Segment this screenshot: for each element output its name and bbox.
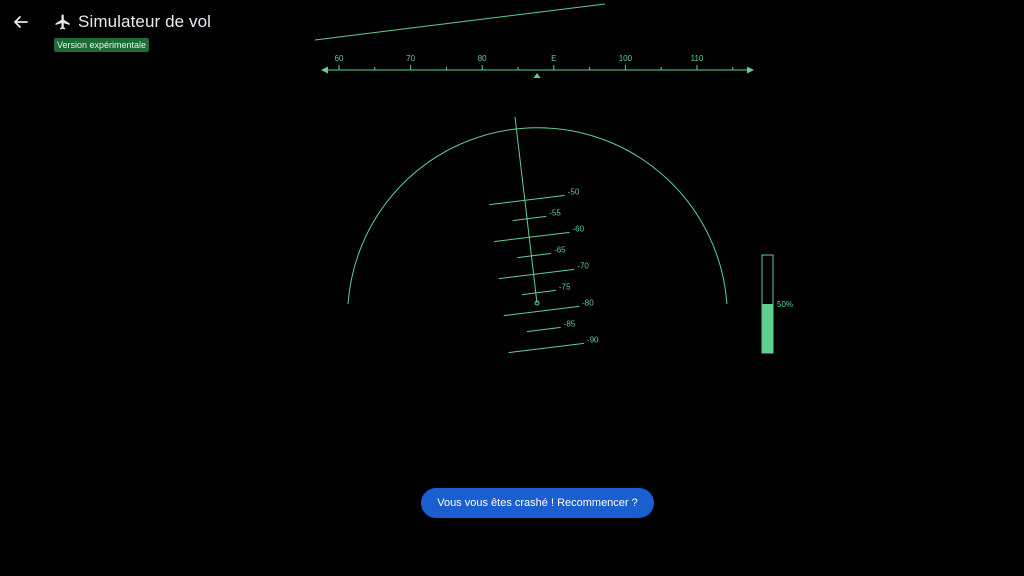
pitch-ladder-bar <box>508 342 584 354</box>
pitch-ladder-bar <box>489 194 565 206</box>
pitch-ladder-bar <box>517 252 552 259</box>
heading-right-arrow-icon <box>747 66 754 74</box>
flight-simulator-page: 60 70 80 E 100 110 -50 -55 -60 -65 -70 -75 -80 -85 -9… <box>0 0 1024 576</box>
heading-label: 70 <box>406 54 415 63</box>
throttle-gauge: 50% <box>761 254 793 354</box>
back-button[interactable] <box>10 11 32 33</box>
heading-tape: 60 70 80 E 100 110 <box>321 54 754 78</box>
pitch-ladder-bar <box>494 231 570 243</box>
app-header: Simulateur de vol <box>54 10 211 34</box>
pitch-ladder-bar <box>522 289 556 296</box>
restart-button[interactable]: Vous vous êtes crashé ! Recommencer ? <box>421 488 654 518</box>
pitch-ladder-label: -50 <box>568 187 580 196</box>
heading-label: 60 <box>335 54 344 63</box>
horizon-line <box>314 3 606 41</box>
pitch-ladder-bar <box>498 268 575 280</box>
app-title: Simulateur de vol <box>78 12 212 31</box>
pitch-ladder-label: -65 <box>554 245 566 254</box>
pitch-ladder: -50 -55 -60 -65 -70 -75 -80 -85 -90 <box>489 187 599 354</box>
attitude-arc <box>347 127 728 305</box>
experimental-badge: Version expérimentale <box>54 38 150 52</box>
arrow-left-icon <box>14 16 28 28</box>
pitch-ladder-label: -55 <box>549 208 561 217</box>
pitch-ladder-label: -90 <box>587 335 599 344</box>
heading-label: 80 <box>478 54 487 63</box>
heading-label: 100 <box>619 54 633 63</box>
heading-label: 110 <box>691 54 704 63</box>
throttle-label: 50% <box>777 300 793 309</box>
pitch-ladder-bar <box>503 305 580 317</box>
throttle-gauge-fill <box>762 304 773 353</box>
pitch-ladder-bar <box>512 215 547 222</box>
pitch-ladder-label: -70 <box>577 261 589 270</box>
pitch-ladder-label: -85 <box>564 319 576 328</box>
pitch-ladder-label: -80 <box>582 298 594 307</box>
heading-label: E <box>551 54 556 63</box>
heading-pointer-icon <box>533 73 541 78</box>
pitch-ladder-bar <box>526 326 561 333</box>
heading-left-arrow-icon <box>321 66 328 74</box>
airplane-icon <box>55 14 70 30</box>
pitch-ladder-label: -75 <box>559 282 571 291</box>
pitch-ladder-label: -60 <box>573 224 585 233</box>
